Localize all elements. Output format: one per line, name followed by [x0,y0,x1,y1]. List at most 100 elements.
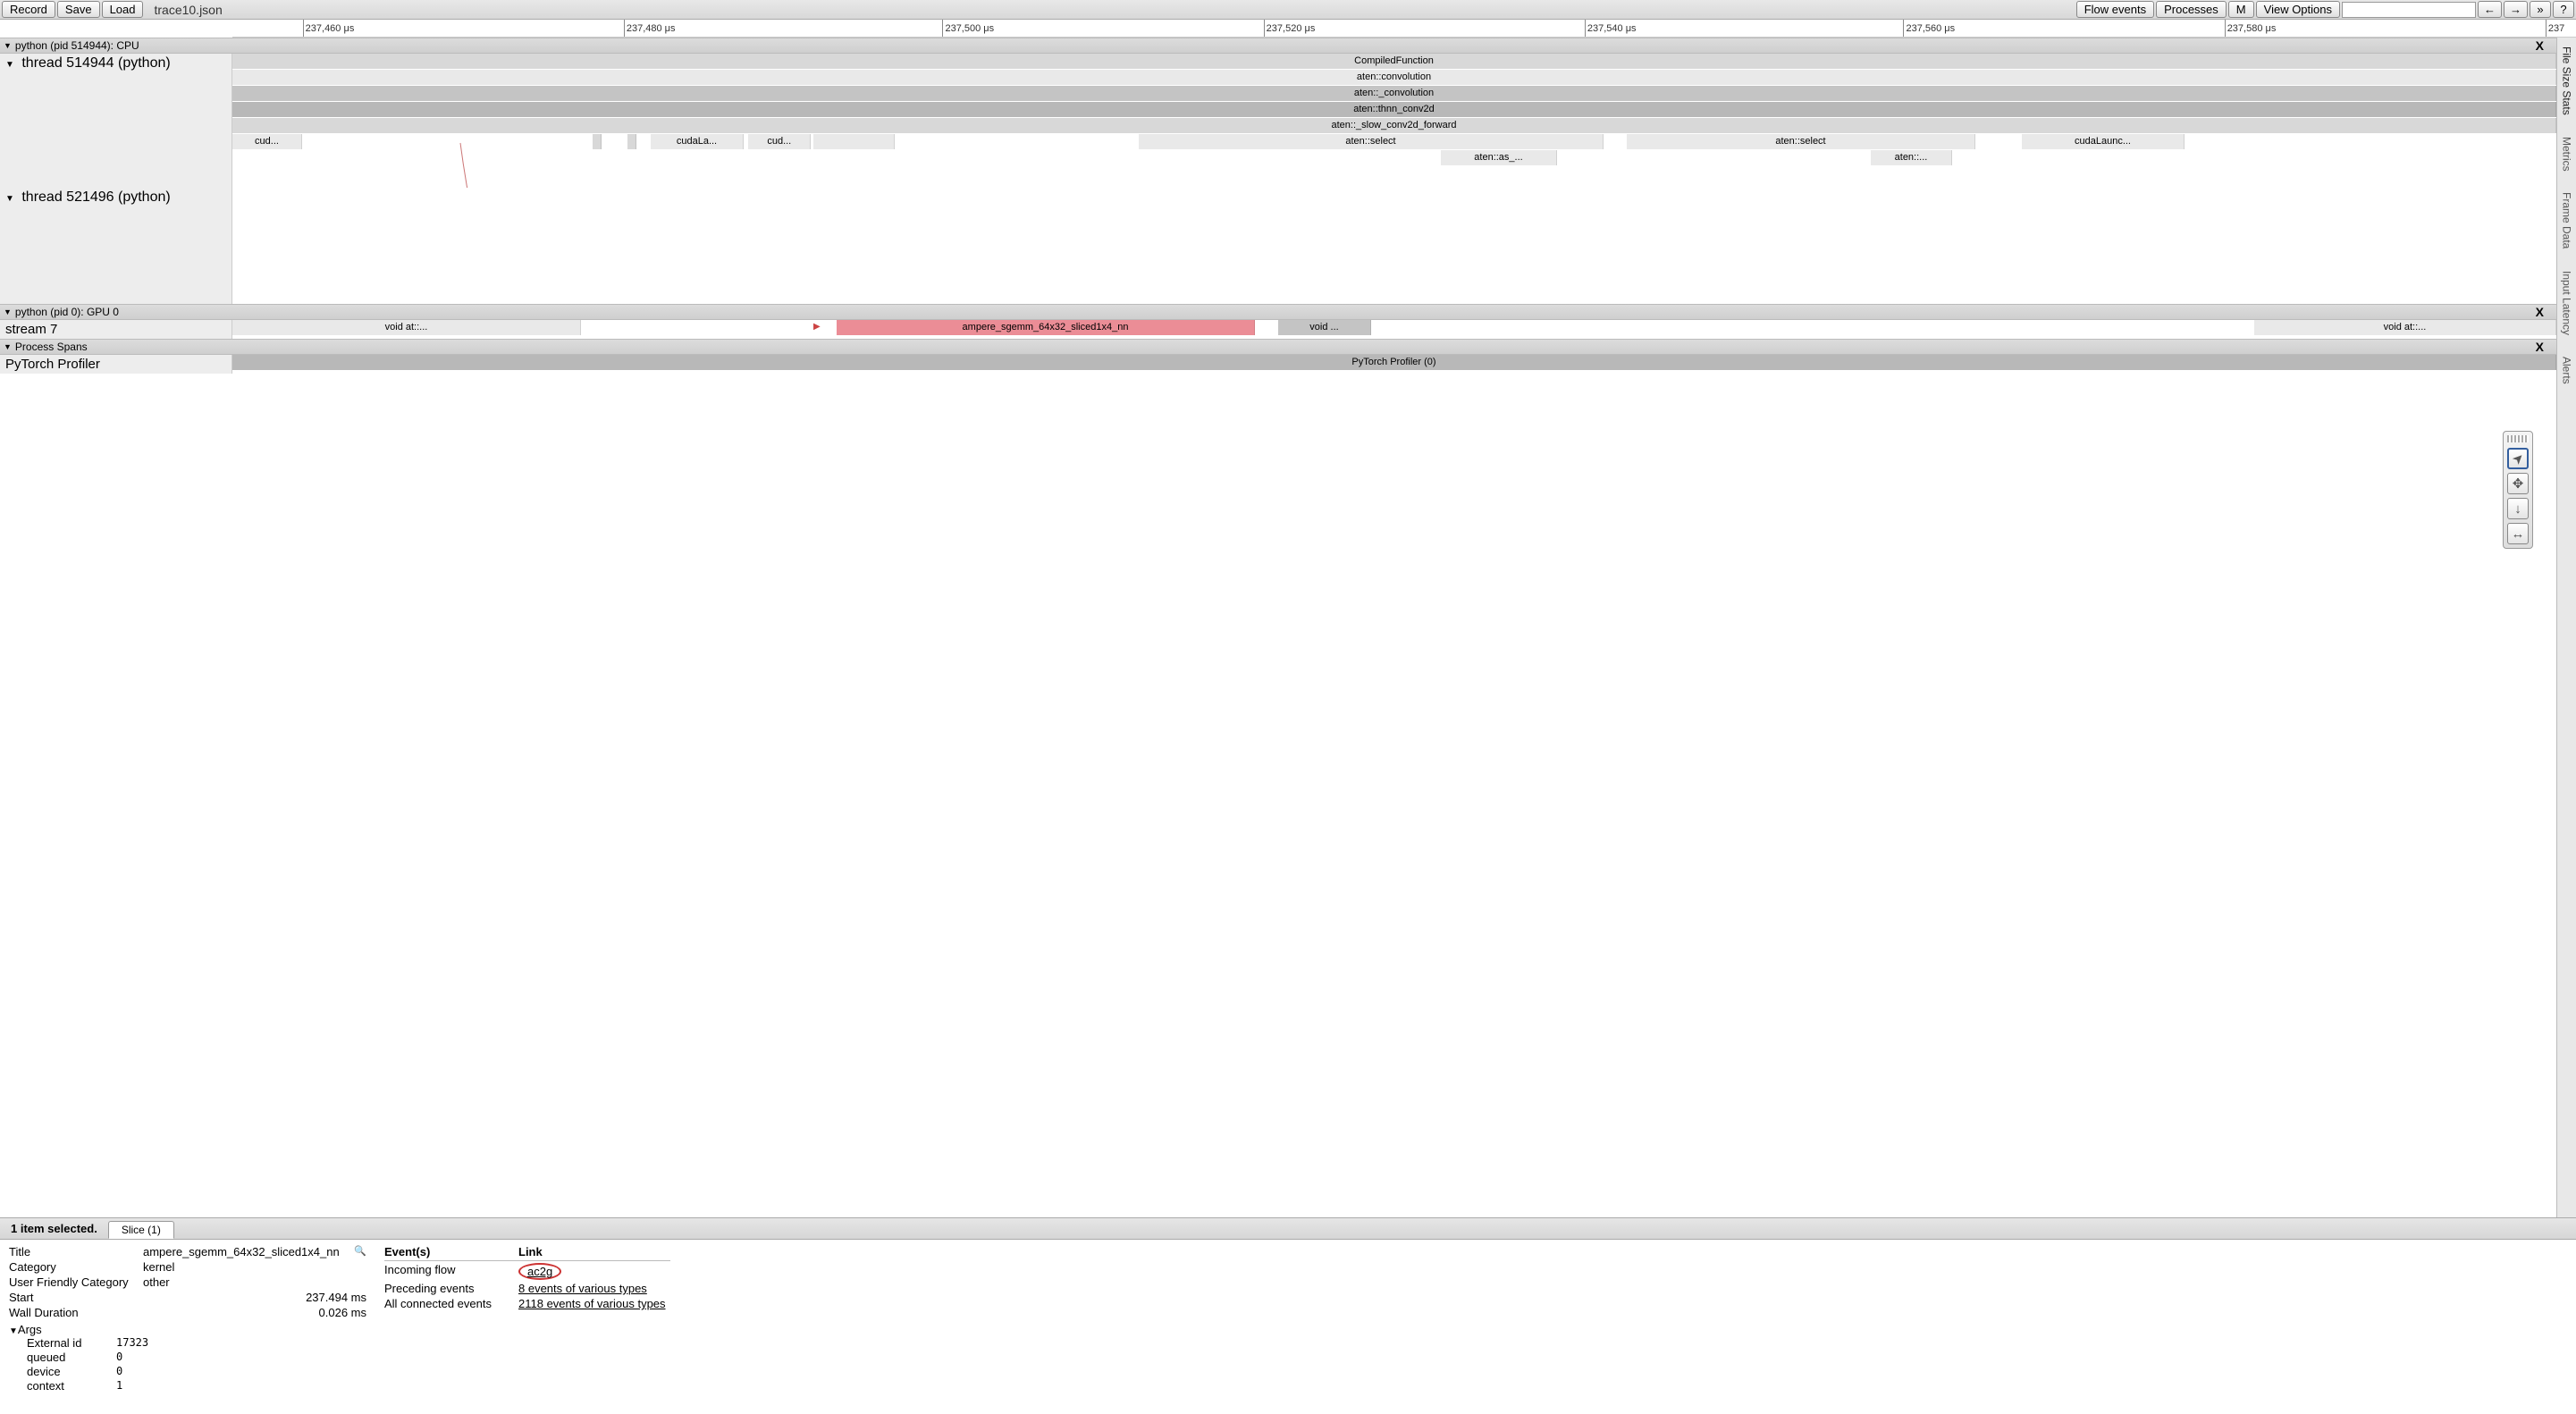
profiler-label: PyTorch Profiler [5,357,100,372]
pointer-icon: ➤ [2508,449,2528,468]
slice[interactable]: aten::convolution [232,70,2556,85]
section-title: python (pid 0): GPU 0 [15,306,119,318]
ruler-tick: 237,560 μs [1903,20,1955,37]
search-input[interactable] [2342,2,2476,18]
collapse-icon[interactable]: ▼ [9,1326,18,1336]
palette-gripper-icon[interactable] [2507,435,2529,442]
arg-value: 17323 [116,1336,148,1350]
track-content[interactable] [232,188,2556,304]
time-ruler[interactable]: 237,460 μs237,480 μs237,500 μs237,520 μs… [232,20,2576,38]
detail-key: Start [9,1291,143,1304]
slice[interactable]: aten::select [1627,134,1975,149]
section-title: python (pid 514944): CPU [15,39,139,52]
slice[interactable]: void at::... [2254,320,2556,335]
links-header-link: Link [518,1245,543,1258]
thread-name: thread 521496 (python) [21,189,170,205]
nav-left-button[interactable]: ← [2478,1,2502,18]
slice[interactable] [627,134,636,149]
timing-icon: ↔ [2512,526,2525,542]
section-header-cpu[interactable]: ▼ python (pid 514944): CPU X [0,38,2556,54]
side-tab-metrics[interactable]: Metrics [2561,131,2573,177]
search-icon[interactable]: 🔍 [354,1245,366,1258]
track-content[interactable]: PyTorch Profiler (0) [232,355,2556,374]
slice[interactable] [813,134,895,149]
preceding-events-link[interactable]: 8 events of various types [518,1282,647,1295]
ruler-tick: 237,480 μs [624,20,676,37]
nav-more-button[interactable]: » [2530,1,2551,18]
slice[interactable] [593,134,602,149]
pan-tool-button[interactable]: ✥ [2507,473,2529,494]
ruler-tick: 237,520 μs [1264,20,1316,37]
side-tab-input-latency[interactable]: Input Latency [2561,265,2573,341]
side-tab-file-size-stats[interactable]: File Size Stats [2561,41,2573,121]
pointer-tool-button[interactable]: ➤ [2507,448,2529,469]
slice[interactable]: cud... [232,134,302,149]
selection-count: 1 item selected. [0,1222,108,1235]
slice[interactable]: PyTorch Profiler (0) [232,355,2556,370]
view-options-button[interactable]: View Options [2256,1,2340,18]
slice[interactable]: CompiledFunction [232,54,2556,69]
close-section-button[interactable]: X [2536,305,2544,319]
slice[interactable]: aten::_convolution [232,86,2556,101]
slice[interactable]: aten::... [1871,150,1952,165]
track-label[interactable]: PyTorch Profiler [0,355,232,374]
section-header-spans[interactable]: ▼ Process Spans X [0,339,2556,355]
track-label[interactable]: ▼ thread 521496 (python) [0,188,232,304]
close-section-button[interactable]: X [2536,38,2544,53]
ruler-tick: 237,460 μs [303,20,355,37]
side-tab-frame-data[interactable]: Frame Data [2561,187,2573,254]
ruler-tick: 237 [2546,20,2564,37]
slice[interactable]: cudaLa... [651,134,744,149]
side-tab-alerts[interactable]: Alerts [2561,351,2573,390]
tab-slice[interactable]: Slice (1) [108,1221,174,1239]
right-side-tabs: File Size Stats Metrics Frame Data Input La… [2556,38,2576,1217]
slice-selected[interactable]: ampere_sgemm_64x32_sliced1x4_nn [837,320,1255,335]
slice[interactable]: cudaLaunc... [2022,134,2185,149]
details-tabs: 1 item selected. Slice (1) [0,1218,2576,1240]
detail-key: Category [9,1260,143,1274]
slice[interactable]: aten::select [1139,134,1604,149]
arg-value: 0 [116,1351,122,1364]
collapse-icon: ▼ [4,307,12,316]
collapse-icon: ▼ [4,41,12,50]
nav-right-button[interactable]: → [2504,1,2528,18]
detail-value: kernel [143,1260,174,1274]
track-label[interactable]: stream 7 [0,320,232,339]
slice[interactable]: void at::... [232,320,581,335]
top-toolbar: Record Save Load trace10.json Flow event… [0,0,2576,20]
record-button[interactable]: Record [2,1,55,18]
slice[interactable]: aten::as_... [1441,150,1557,165]
slice[interactable]: aten::_slow_conv2d_forward [232,118,2556,133]
track-content[interactable]: CompiledFunction aten::convolution aten:… [232,54,2556,188]
detail-value: other [143,1275,170,1289]
incoming-flow-link[interactable]: ac2g [527,1265,552,1278]
detail-value: 237.494 ms [143,1291,366,1304]
pan-icon: ✥ [2513,476,2524,492]
track-row-stream: stream 7 void at::... ▶ ampere_sgemm_64x… [0,320,2556,339]
filename-label: trace10.json [154,3,222,17]
trace-scroll[interactable]: ▼ python (pid 514944): CPU X ▼ thread 51… [0,38,2556,1217]
arg-key: queued [9,1351,116,1364]
processes-button[interactable]: Processes [2156,1,2227,18]
track-label[interactable]: ▼ thread 514944 (python) [0,54,232,188]
args-label: Args [18,1323,42,1336]
load-button[interactable]: Load [102,1,144,18]
collapse-icon: ▼ [5,60,14,70]
timing-tool-button[interactable]: ↔ [2507,523,2529,544]
section-title: Process Spans [15,341,88,353]
help-button[interactable]: ? [2553,1,2574,18]
section-header-gpu[interactable]: ▼ python (pid 0): GPU 0 X [0,304,2556,320]
tool-palette[interactable]: ➤ ✥ ↓ ↔ [2503,431,2533,549]
close-section-button[interactable]: X [2536,340,2544,354]
m-button[interactable]: M [2228,1,2254,18]
slice[interactable]: aten::thnn_conv2d [232,102,2556,117]
slice[interactable]: cud... [748,134,811,149]
connected-events-link[interactable]: 2118 events of various types [518,1297,666,1310]
slice[interactable]: void ... [1278,320,1371,335]
zoom-tool-button[interactable]: ↓ [2507,498,2529,519]
save-button[interactable]: Save [57,1,100,18]
flow-events-button[interactable]: Flow events [2076,1,2154,18]
app-root: Record Save Load trace10.json Flow event… [0,0,2576,1414]
arg-key: device [9,1365,116,1378]
track-content[interactable]: void at::... ▶ ampere_sgemm_64x32_sliced… [232,320,2556,339]
